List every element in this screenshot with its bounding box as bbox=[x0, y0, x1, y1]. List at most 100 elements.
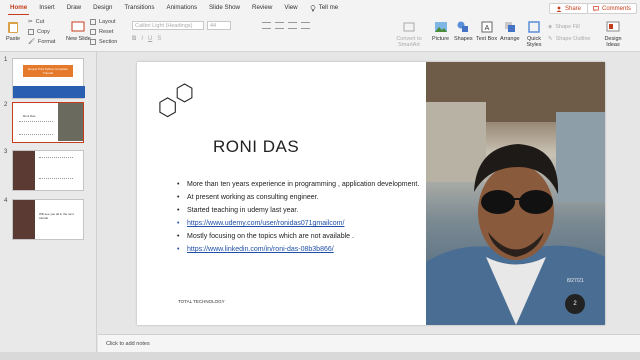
reset-button[interactable]: Reset bbox=[90, 29, 113, 35]
linkedin-link[interactable]: https://www.linkedin.com/in/roni-das-08b… bbox=[177, 245, 422, 254]
bullet-item: Started teaching in udemy last year. bbox=[177, 206, 422, 215]
tab-insert[interactable]: Insert bbox=[33, 0, 60, 16]
shapes-label: Shapes bbox=[454, 36, 473, 42]
thumb-text-lines bbox=[19, 121, 53, 135]
ribbon-tabs: Home Insert Draw Design Transitions Anim… bbox=[0, 0, 640, 16]
slide-thumbnail-2[interactable]: Roni Das bbox=[12, 102, 84, 143]
design-ideas-button[interactable]: Design Ideas bbox=[600, 20, 626, 48]
tell-me-label: Tell me bbox=[318, 4, 339, 11]
picture-icon bbox=[434, 22, 447, 32]
arrange-button[interactable]: Arrange bbox=[500, 20, 520, 42]
thumb-number-1: 1 bbox=[4, 57, 8, 63]
strikethrough-icon[interactable]: S bbox=[157, 36, 161, 42]
presenter-photo[interactable] bbox=[426, 62, 605, 325]
new-slide-icon bbox=[71, 21, 85, 32]
thumb-number-4: 4 bbox=[4, 198, 8, 204]
thumb-number-2: 2 bbox=[4, 102, 8, 108]
text-box-button[interactable]: A Text Box bbox=[476, 20, 497, 42]
slide-title[interactable]: RONI DAS bbox=[213, 137, 299, 157]
brush-icon: 🖌 bbox=[28, 39, 35, 45]
shapes-button[interactable]: Shapes bbox=[454, 20, 473, 42]
slide-date: 8/27/21 bbox=[567, 278, 584, 284]
hexagons-decoration bbox=[159, 83, 193, 118]
cut-button[interactable]: ✂ Cut bbox=[28, 19, 44, 25]
tab-design[interactable]: Design bbox=[87, 0, 118, 16]
font-size-select[interactable]: 44 bbox=[207, 21, 231, 30]
picture-label: Picture bbox=[432, 36, 450, 42]
copy-button[interactable]: Copy bbox=[28, 29, 50, 35]
indent-icon[interactable] bbox=[288, 22, 297, 29]
udemy-link[interactable]: https://www.udemy.com/user/ronidas071gma… bbox=[177, 219, 422, 228]
slide-footer: TOTAL TECHNOLOGY bbox=[178, 299, 225, 304]
scissors-icon: ✂ bbox=[28, 19, 33, 25]
shapes-icon bbox=[457, 21, 469, 32]
ribbon-toolbar: Paste ✂ Cut Copy 🖌 Format New Slide Layout… bbox=[0, 16, 640, 52]
paragraph-controls bbox=[262, 22, 310, 29]
bullet-item: More than ten years experience in progra… bbox=[177, 180, 422, 189]
thumb-blue-band bbox=[13, 86, 85, 98]
notes-pane[interactable]: Click to add notes bbox=[98, 334, 640, 352]
convert-smartart-button[interactable]: Convert to SmartArt bbox=[392, 20, 426, 48]
quick-styles-button[interactable]: Quick Styles bbox=[522, 20, 546, 48]
font-name-select[interactable]: Calibri Light (Headings) bbox=[132, 21, 204, 30]
text-box-label: Text Box bbox=[476, 36, 498, 42]
powerpoint-window: Home Insert Draw Design Transitions Anim… bbox=[0, 0, 640, 360]
slide-number-badge: 2 bbox=[565, 294, 585, 314]
tab-view[interactable]: View bbox=[278, 0, 303, 16]
thumb-side-band bbox=[13, 200, 35, 239]
paste-label: Paste bbox=[6, 36, 21, 42]
new-slide-button[interactable]: New Slide bbox=[66, 20, 91, 42]
comment-icon bbox=[593, 5, 599, 11]
thumb-number-3: 3 bbox=[4, 149, 8, 155]
format-row: B I U S bbox=[132, 36, 161, 42]
tab-review[interactable]: Review bbox=[246, 0, 278, 16]
section-icon bbox=[90, 39, 96, 45]
tab-animations[interactable]: Animations bbox=[160, 0, 203, 16]
tell-me-box[interactable]: Tell me bbox=[304, 0, 345, 16]
quick-styles-icon bbox=[528, 21, 540, 33]
tab-transitions[interactable]: Transitions bbox=[118, 0, 160, 16]
italic-icon[interactable]: I bbox=[141, 36, 143, 42]
slide-thumbnail-pane: 1 Ecopsi Print Python Complete Tutorial … bbox=[0, 52, 97, 352]
tab-slide-show[interactable]: Slide Show bbox=[203, 0, 246, 16]
bullet-list[interactable]: More than ten years experience in progra… bbox=[177, 180, 422, 258]
copy-icon bbox=[28, 29, 34, 35]
tab-draw[interactable]: Draw bbox=[61, 0, 87, 16]
cut-label: Cut bbox=[35, 19, 45, 25]
paint-bucket-icon: ◈ bbox=[548, 24, 553, 30]
thumb-title-text: Ecopsi Print Python Complete Tutorial bbox=[28, 67, 68, 75]
slide-thumbnail-4[interactable]: Will see you all in the next tutorial bbox=[12, 199, 84, 240]
text-box-icon: A bbox=[481, 21, 493, 33]
shape-fill-button[interactable]: ◈ Shape Fill bbox=[548, 24, 580, 30]
slide-thumbnail-3[interactable] bbox=[12, 150, 84, 191]
paste-button[interactable]: Paste bbox=[6, 20, 20, 42]
section-button[interactable]: Section bbox=[90, 39, 117, 45]
layout-button[interactable]: Layout bbox=[90, 19, 116, 25]
pen-icon: ✎ bbox=[548, 36, 553, 42]
slide-thumbnail-1[interactable]: Ecopsi Print Python Complete Tutorial bbox=[12, 58, 85, 99]
comments-button[interactable]: Comments bbox=[586, 3, 637, 14]
bullet-item: Mostly focusing on the topics which are … bbox=[177, 232, 422, 241]
underline-icon[interactable]: U bbox=[148, 36, 152, 42]
share-button[interactable]: Share bbox=[548, 3, 588, 14]
bold-icon[interactable]: B bbox=[132, 36, 136, 42]
numbering-icon[interactable] bbox=[275, 22, 284, 29]
svg-text:A: A bbox=[484, 25, 489, 32]
reset-icon bbox=[90, 29, 96, 35]
thumb-side-band bbox=[13, 151, 35, 190]
bullets-icon[interactable] bbox=[262, 22, 271, 29]
lightbulb-icon bbox=[310, 4, 315, 11]
slide-canvas[interactable]: RONI DAS More than ten years experience … bbox=[137, 62, 605, 325]
copy-label: Copy bbox=[37, 29, 50, 35]
picture-button[interactable]: Picture bbox=[432, 20, 449, 42]
align-icon[interactable] bbox=[301, 22, 310, 29]
reset-label: Reset bbox=[99, 29, 114, 35]
convert-smartart-label: Convert to SmartArt bbox=[396, 36, 422, 48]
layout-icon bbox=[90, 19, 96, 25]
tab-home[interactable]: Home bbox=[4, 0, 33, 16]
shape-outline-button[interactable]: ✎ Shape Outline bbox=[548, 36, 590, 42]
bullet-item: At present working as consulting enginee… bbox=[177, 193, 422, 202]
format-painter-button[interactable]: 🖌 Format bbox=[28, 39, 55, 45]
thumb-text-lines bbox=[39, 157, 73, 179]
status-bar bbox=[0, 352, 640, 360]
